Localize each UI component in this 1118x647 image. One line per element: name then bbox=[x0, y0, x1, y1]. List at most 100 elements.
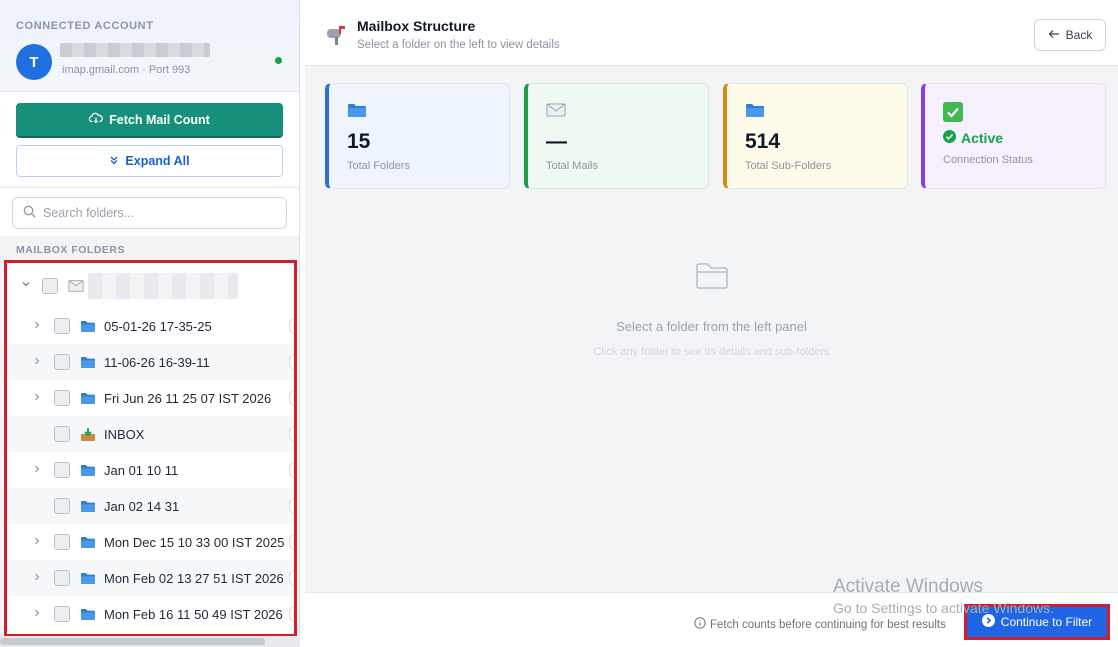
folder-icon bbox=[80, 499, 96, 513]
chevron-right-icon[interactable] bbox=[31, 392, 43, 405]
status-text: Active bbox=[961, 130, 1004, 146]
chevrons-down-icon bbox=[109, 154, 119, 168]
mailbox-icon bbox=[325, 24, 347, 51]
total-mails-label: Total Mails bbox=[546, 160, 598, 172]
envelope-icon bbox=[68, 279, 84, 293]
folder-count-badge: · bbox=[289, 318, 294, 334]
account-server: imap.gmail.com · Port 993 bbox=[62, 64, 191, 76]
folder-checkbox[interactable] bbox=[54, 354, 70, 370]
folder-checkbox[interactable] bbox=[54, 570, 70, 586]
folder-row[interactable]: Mon Feb 16 11 50 49 IST 2026 · bbox=[7, 596, 294, 632]
folder-icon bbox=[80, 607, 96, 621]
folder-icon bbox=[347, 102, 509, 122]
folder-name: Mon Dec 15 10 33 00 IST 2025 bbox=[104, 534, 285, 550]
folder-outline-icon bbox=[695, 262, 729, 295]
folder-row[interactable]: Mon Dec 15 10 33 00 IST 2025 · bbox=[7, 524, 294, 560]
folder-icon bbox=[745, 102, 907, 122]
chevron-right-icon[interactable] bbox=[31, 356, 43, 369]
main-panel: Mailbox Structure Select a folder on the… bbox=[305, 0, 1118, 647]
total-mails-card: — Total Mails bbox=[524, 83, 709, 189]
check-circle-icon bbox=[943, 130, 956, 146]
folder-checkbox[interactable] bbox=[54, 390, 70, 406]
scrollbar-thumb[interactable] bbox=[0, 638, 265, 645]
fetch-mail-count-button[interactable]: Fetch Mail Count bbox=[16, 103, 283, 136]
fetch-hint: Fetch counts before continuing for best … bbox=[694, 617, 946, 632]
watermark-line-1: Activate Windows bbox=[833, 576, 983, 597]
folder-checkbox[interactable] bbox=[54, 606, 70, 622]
expand-all-button[interactable]: Expand All bbox=[16, 145, 283, 177]
folder-icon bbox=[80, 355, 96, 369]
connection-status-card: Active Connection Status bbox=[921, 83, 1106, 189]
folder-checkbox[interactable] bbox=[54, 462, 70, 478]
mailbox-folders-heading: MAILBOX FOLDERS bbox=[0, 236, 299, 260]
folder-row[interactable]: 05-01-26 17-35-25 · bbox=[7, 308, 294, 344]
connection-status-dot bbox=[275, 57, 282, 64]
folder-count-badge: · bbox=[289, 354, 294, 370]
chevron-right-icon[interactable] bbox=[31, 608, 43, 621]
folder-row[interactable]: Fri Jun 26 11 25 07 IST 2026 · bbox=[7, 380, 294, 416]
folder-count-badge: · bbox=[289, 462, 294, 478]
account-label: CONNECTED ACCOUNT bbox=[16, 20, 154, 32]
folder-checkbox[interactable] bbox=[54, 318, 70, 334]
folder-row[interactable]: 11-06-26 16-39-11 · bbox=[7, 344, 294, 380]
folder-icon bbox=[80, 463, 96, 477]
total-subfolders-value: 514 bbox=[745, 130, 781, 153]
back-label: Back bbox=[1065, 28, 1093, 42]
root-account-name-redacted bbox=[88, 272, 238, 299]
root-account-node[interactable] bbox=[7, 263, 294, 308]
folder-name: Jan 02 14 31 bbox=[104, 498, 180, 514]
back-button[interactable]: Back bbox=[1034, 19, 1106, 51]
fetch-hint-text: Fetch counts before continuing for best … bbox=[710, 618, 946, 631]
stats-cards: 15 Total Folders — Total Mails 514 Total… bbox=[325, 83, 1106, 190]
folder-count-badge: · bbox=[289, 606, 294, 622]
arrow-left-icon bbox=[1048, 28, 1060, 42]
folder-icon bbox=[80, 391, 96, 405]
expand-all-label: Expand All bbox=[125, 154, 190, 168]
chevron-right-icon[interactable] bbox=[31, 536, 43, 549]
folder-tree-list: 05-01-26 17-35-25 · 11-06-26 16-39-11 · Fri … bbox=[7, 263, 294, 632]
chevron-down-icon[interactable] bbox=[20, 279, 32, 292]
folder-checkbox[interactable] bbox=[54, 426, 70, 442]
empty-state: Select a folder from the left panel Clic… bbox=[305, 262, 1118, 358]
folder-name: Mon Feb 02 13 27 51 IST 2026 bbox=[104, 570, 284, 586]
folder-icon bbox=[80, 319, 96, 333]
folder-row[interactable]: INBOX · bbox=[7, 416, 294, 452]
folder-tree: 05-01-26 17-35-25 · 11-06-26 16-39-11 · Fri … bbox=[4, 260, 297, 637]
folder-row[interactable]: Jan 02 14 31 · bbox=[7, 488, 294, 524]
continue-label: Continue to Filter bbox=[1000, 615, 1093, 629]
header: Mailbox Structure Select a folder on the… bbox=[305, 0, 1118, 66]
chevron-right-icon[interactable] bbox=[31, 572, 43, 585]
folder-name: Fri Jun 26 11 25 07 IST 2026 bbox=[104, 390, 272, 406]
cloud-download-icon bbox=[88, 112, 104, 127]
folder-count-badge: · bbox=[289, 498, 294, 514]
empty-state-subtitle: Click any folder to see its details and … bbox=[593, 346, 830, 358]
search-box bbox=[12, 197, 287, 229]
folder-name: 11-06-26 16-39-11 bbox=[104, 354, 210, 370]
total-subfolders-label: Total Sub-Folders bbox=[745, 160, 832, 172]
search-folders-input[interactable] bbox=[43, 206, 263, 220]
total-folders-card: 15 Total Folders bbox=[325, 83, 510, 189]
arrow-right-circle-icon bbox=[981, 614, 995, 630]
avatar: T bbox=[16, 44, 52, 80]
folder-checkbox[interactable] bbox=[54, 534, 70, 550]
chevron-right-icon[interactable] bbox=[31, 320, 43, 333]
connection-status-label: Connection Status bbox=[943, 154, 1033, 166]
chevron-right-icon[interactable] bbox=[31, 464, 43, 477]
folder-name: Jan 01 10 11 bbox=[104, 462, 179, 478]
folder-count-badge: · bbox=[289, 534, 294, 550]
total-folders-value: 15 bbox=[347, 130, 371, 153]
connected-account: CONNECTED ACCOUNT T imap.gmail.com · Por… bbox=[0, 0, 299, 92]
page-subtitle: Select a folder on the left to view deta… bbox=[357, 39, 560, 51]
fetch-mail-count-label: Fetch Mail Count bbox=[109, 112, 210, 127]
watermark-line-2: Go to Settings to activate Windows. bbox=[833, 600, 1054, 616]
search-area bbox=[0, 188, 299, 236]
inbox-tray-icon bbox=[80, 427, 96, 441]
folder-icon bbox=[80, 571, 96, 585]
root-checkbox[interactable] bbox=[42, 277, 58, 294]
page-title: Mailbox Structure bbox=[357, 18, 476, 34]
folder-row[interactable]: Mon Feb 02 13 27 51 IST 2026 · bbox=[7, 560, 294, 596]
windows-activation-watermark: Activate Windows Go to Settings to activ… bbox=[833, 576, 1054, 616]
total-subfolders-card: 514 Total Sub-Folders bbox=[723, 83, 908, 189]
folder-checkbox[interactable] bbox=[54, 498, 70, 514]
folder-row[interactable]: Jan 01 10 11 · bbox=[7, 452, 294, 488]
